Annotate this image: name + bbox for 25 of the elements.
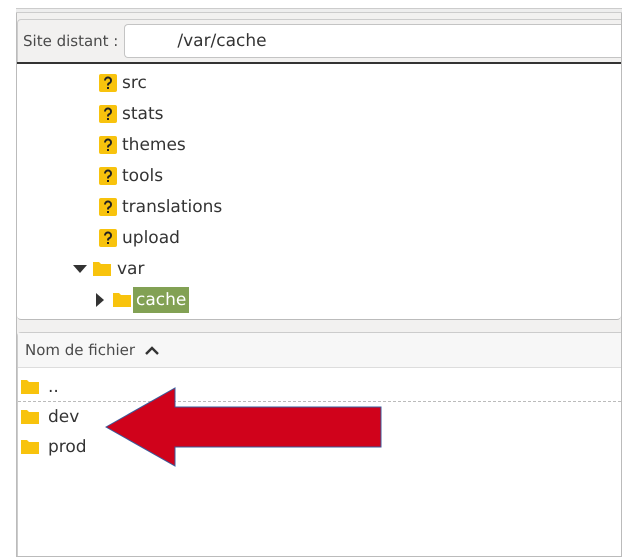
folder-icon bbox=[20, 438, 40, 455]
unknown-file-icon bbox=[99, 74, 117, 92]
folder-icon bbox=[20, 408, 40, 425]
tree-item[interactable]: tools bbox=[122, 166, 164, 186]
unknown-file-icon bbox=[99, 166, 117, 184]
tree-item[interactable]: upload bbox=[122, 228, 180, 248]
folder-icon bbox=[20, 378, 40, 395]
folder-icon bbox=[112, 291, 132, 308]
column-header[interactable]: Nom de fichier bbox=[18, 333, 621, 368]
path-field[interactable]: /var/cache bbox=[124, 24, 621, 58]
file-name[interactable]: .. bbox=[48, 376, 59, 396]
unknown-file-icon bbox=[99, 104, 117, 122]
tree-item[interactable]: var bbox=[117, 258, 144, 278]
folder-icon bbox=[92, 260, 112, 277]
unknown-file-icon bbox=[99, 198, 117, 216]
unknown-file-icon bbox=[99, 136, 117, 154]
arrow-icon bbox=[105, 387, 383, 467]
tree-item[interactable]: stats bbox=[122, 104, 164, 124]
tree-item[interactable]: themes bbox=[122, 134, 186, 154]
field-label: Site distant : bbox=[23, 32, 118, 50]
file-name[interactable]: dev bbox=[48, 406, 80, 426]
tree-item[interactable]: translations bbox=[122, 196, 222, 216]
file-name[interactable]: prod bbox=[48, 436, 87, 456]
tree-item[interactable]: src bbox=[122, 72, 147, 92]
unknown-file-icon bbox=[99, 228, 117, 246]
